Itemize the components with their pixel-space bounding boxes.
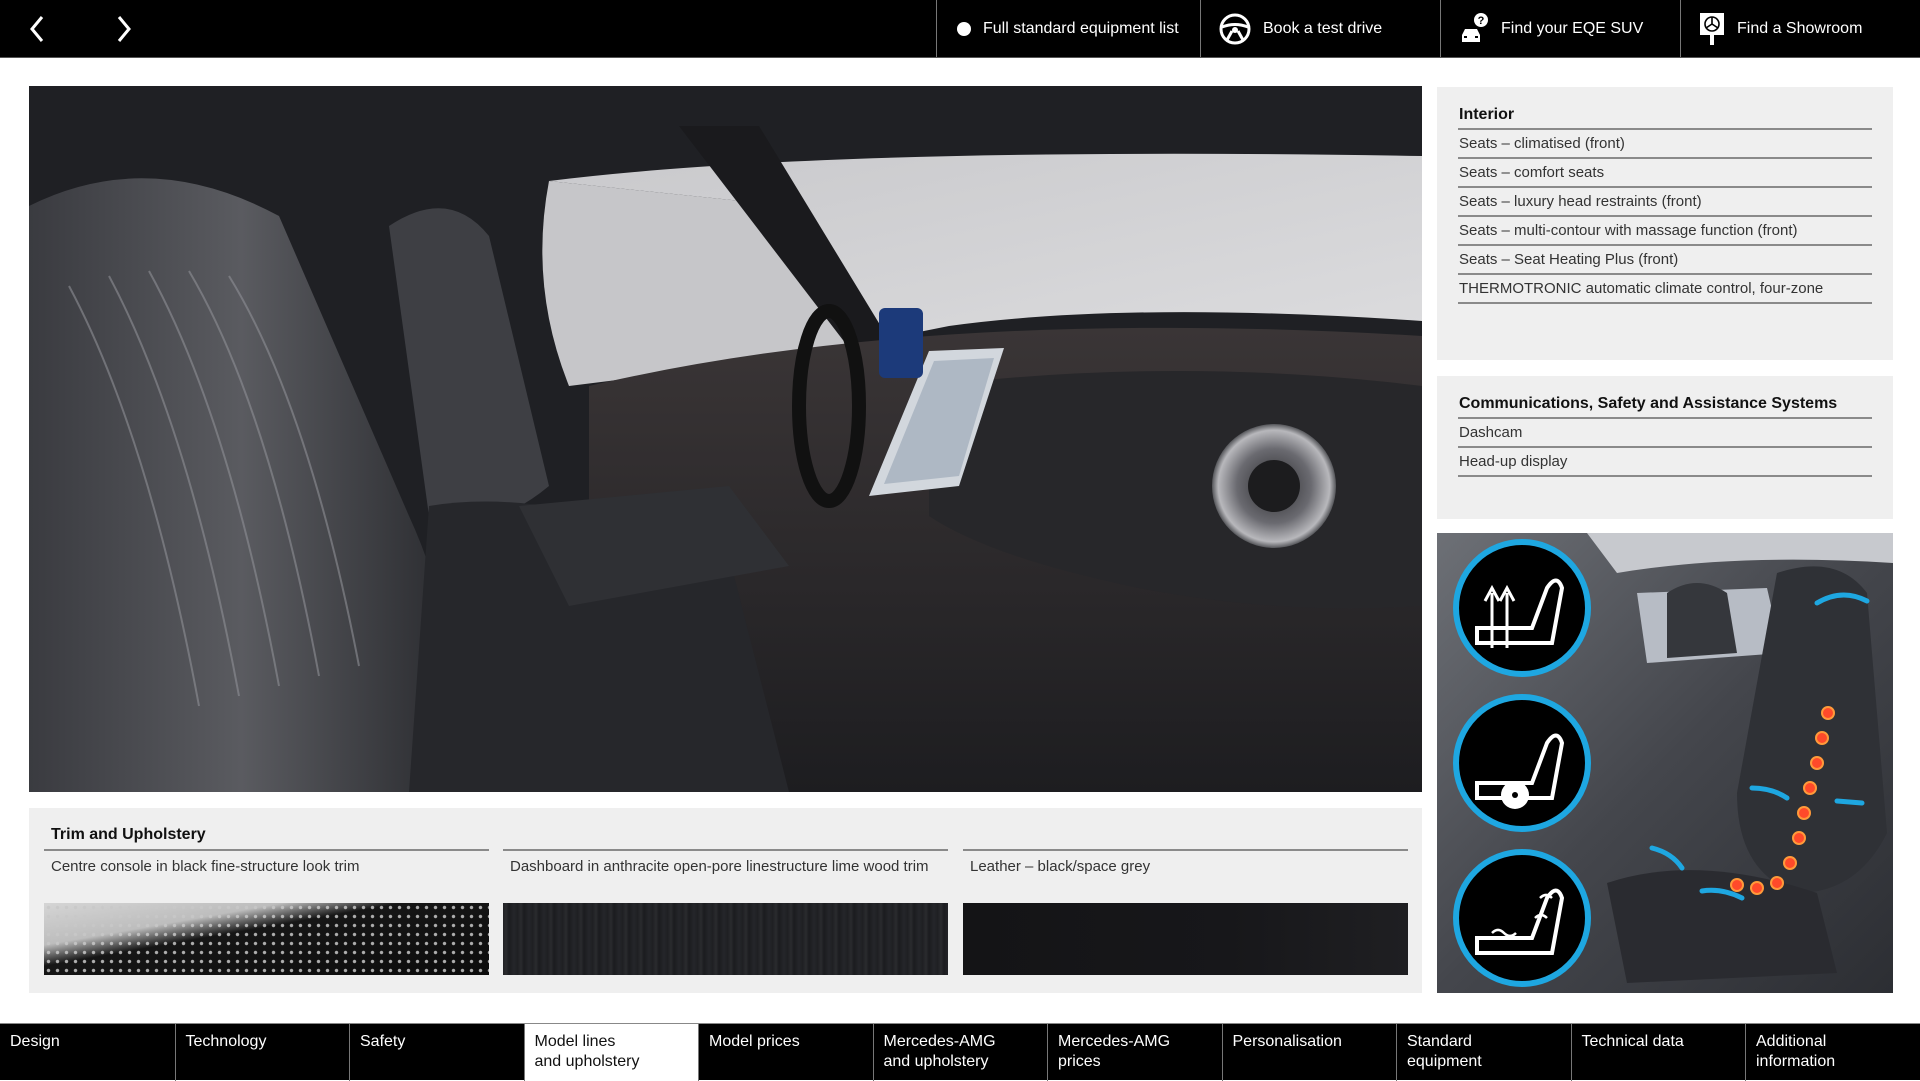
chevron-right-icon [117,16,131,42]
comms-specs-panel: Communications, Safety and Assistance Sy… [1437,376,1893,519]
trim-item: Centre console in black fine-structure l… [44,849,489,975]
nav-tab-technical-data[interactable]: Technical data [1570,1024,1746,1081]
spec-item: Seats – multi-contour with massage funct… [1458,217,1872,246]
book-test-drive-label: Book a test drive [1263,19,1383,37]
trim-label: Centre console in black fine-structure l… [51,858,360,875]
seat-illustration [1437,533,1893,993]
trim-item: Dashboard in anthracite open-pore linest… [503,849,948,975]
trim-swatch-centre-console [44,903,489,975]
showroom-pin-icon [1699,12,1725,46]
trim-upholstery-panel: Trim and Upholstery Centre console in bl… [29,808,1422,993]
nav-tab-model-prices[interactable]: Model prices [698,1024,873,1081]
spec-item: Seats – comfort seats [1458,159,1872,188]
trim-title: Trim and Upholstery [51,826,206,843]
spec-item: Seats – climatised (front) [1458,130,1872,159]
seat-climate-icon [1453,539,1591,677]
trim-label: Leather – black/space grey [970,858,1151,875]
nav-tab-additional-info[interactable]: Additional information [1745,1024,1920,1081]
bottom-nav: Design Technology Safety Model lines and… [0,1023,1920,1081]
trim-swatch-dashboard [503,903,948,975]
trim-swatch-leather [963,903,1408,975]
trim-label: Dashboard in anthracite open-pore linest… [510,858,929,875]
find-showroom-link[interactable]: Find a Showroom [1680,0,1920,57]
nav-tab-model-lines[interactable]: Model lines and upholstery [523,1024,698,1081]
spec-item: Seats – luxury head restraints (front) [1458,188,1872,217]
seat-massage-icon [1453,849,1591,987]
nav-tab-amg-prices[interactable]: Mercedes-AMG prices [1047,1024,1222,1081]
find-showroom-label: Find a Showroom [1737,19,1863,37]
nav-tab-personalisation[interactable]: Personalisation [1221,1024,1397,1081]
next-page-button[interactable] [107,10,141,48]
chevron-left-icon [30,16,44,42]
spec-item: Dashcam [1458,419,1872,448]
nav-tab-design[interactable]: Design [0,1024,175,1081]
full-equipment-list-link[interactable]: Full standard equipment list [936,0,1200,57]
interior-specs-panel: Interior Seats – climatised (front) Seat… [1437,87,1893,360]
full-equipment-list-label: Full standard equipment list [983,19,1179,37]
top-bar: Full standard equipment list Book a test… [0,0,1920,58]
interior-title: Interior [1458,105,1872,130]
previous-page-button[interactable] [20,10,54,48]
interior-photo [29,86,1422,792]
nav-tab-safety[interactable]: Safety [349,1024,524,1081]
comms-title: Communications, Safety and Assistance Sy… [1458,394,1872,419]
spec-item: Seats – Seat Heating Plus (front) [1458,246,1872,275]
top-actions: Full standard equipment list Book a test… [936,0,1920,57]
nav-tab-amg-upholstery[interactable]: Mercedes-AMG and upholstery [872,1024,1048,1081]
trim-item: Leather – black/space grey [963,849,1408,975]
find-eqe-suv-link[interactable]: ? Find your EQE SUV [1440,0,1680,57]
car-interior-illustration [29,86,1422,792]
car-question-icon: ? [1459,12,1489,45]
find-eqe-suv-label: Find your EQE SUV [1501,19,1644,37]
steering-wheel-icon [1219,13,1251,45]
spec-item: Head-up display [1458,448,1872,477]
nav-tab-standard-equipment[interactable]: Standard equipment [1396,1024,1571,1081]
seat-ventilation-icon [1453,694,1591,832]
dot-icon [957,21,971,36]
nav-tab-technology[interactable]: Technology [174,1024,350,1081]
spec-item: THERMOTRONIC automatic climate control, … [1458,275,1872,304]
svg-text:?: ? [1478,15,1485,27]
seat-features-image [1437,533,1893,993]
book-test-drive-link[interactable]: Book a test drive [1200,0,1440,57]
